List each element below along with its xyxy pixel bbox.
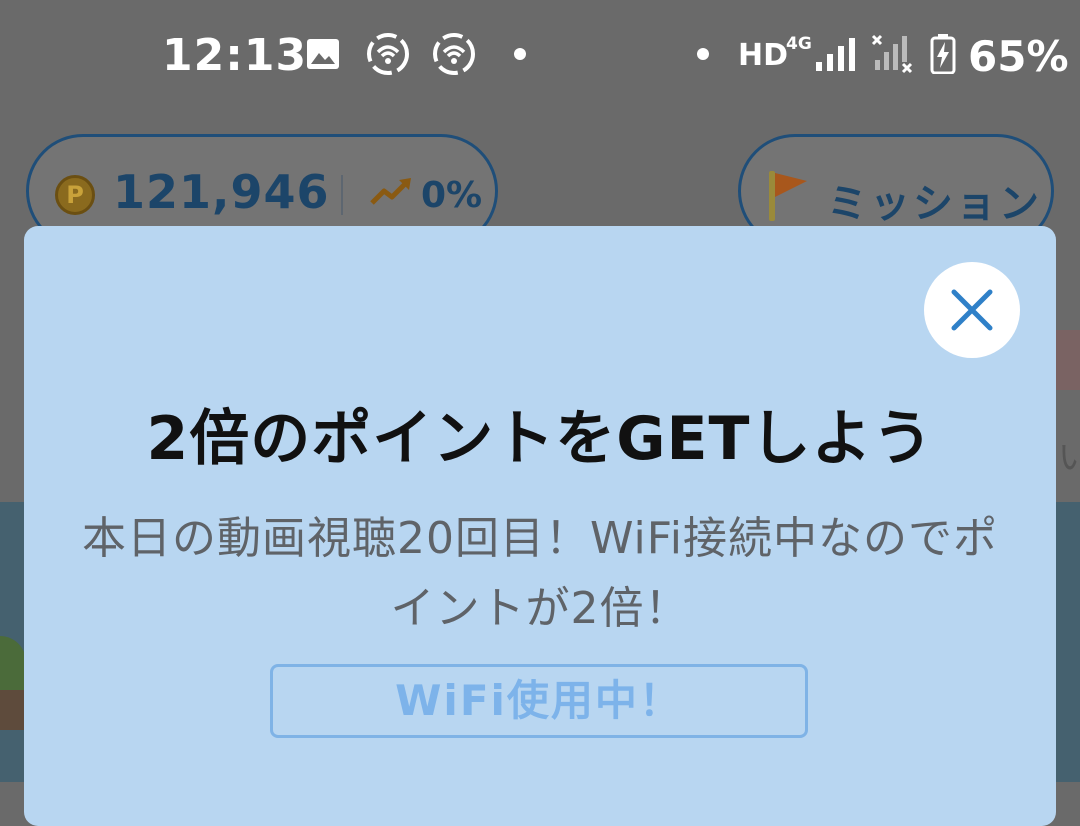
close-button[interactable] — [924, 262, 1020, 358]
network-hd-label: HD — [738, 38, 789, 73]
battery-percent: 65% — [968, 32, 1069, 81]
network-type-label: 4G — [786, 34, 812, 54]
mission-label: ミッション — [827, 181, 1042, 227]
double-points-modal: 2倍のポイントをGETしよう 本日の動画視聴20回目！WiFi接続中なのでポイン… — [24, 226, 1056, 826]
gallery-icon — [306, 38, 340, 74]
modal-message: 本日の動画視聴20回目！WiFi接続中なのでポイントが2倍！ — [81, 513, 999, 634]
background-partial-text: い — [1058, 438, 1080, 478]
signal-icon — [814, 36, 860, 76]
status-bar: 12:13 HD 4G 65% — [0, 0, 1080, 110]
modal-title: 2倍のポイントをGETしよう — [146, 404, 934, 474]
points-value: 121,946 — [113, 165, 330, 219]
coin-icon: P — [55, 175, 95, 215]
status-time: 12:13 — [162, 30, 308, 81]
trend-up-icon — [369, 177, 413, 211]
battery-charging-icon — [930, 34, 956, 78]
close-icon — [951, 289, 993, 331]
trend-value: 0% — [421, 175, 483, 216]
background-decoration — [1056, 330, 1080, 390]
notification-dot-icon — [697, 48, 709, 60]
wifi-status-badge: WiFi使用中！ — [270, 664, 808, 738]
no-signal-icon — [870, 34, 918, 78]
hotspot-icon — [432, 32, 476, 80]
background-ground — [0, 690, 26, 730]
divider — [341, 175, 343, 215]
hotspot-icon — [366, 32, 410, 80]
flag-icon — [763, 167, 811, 227]
notification-dot-icon — [514, 48, 526, 60]
